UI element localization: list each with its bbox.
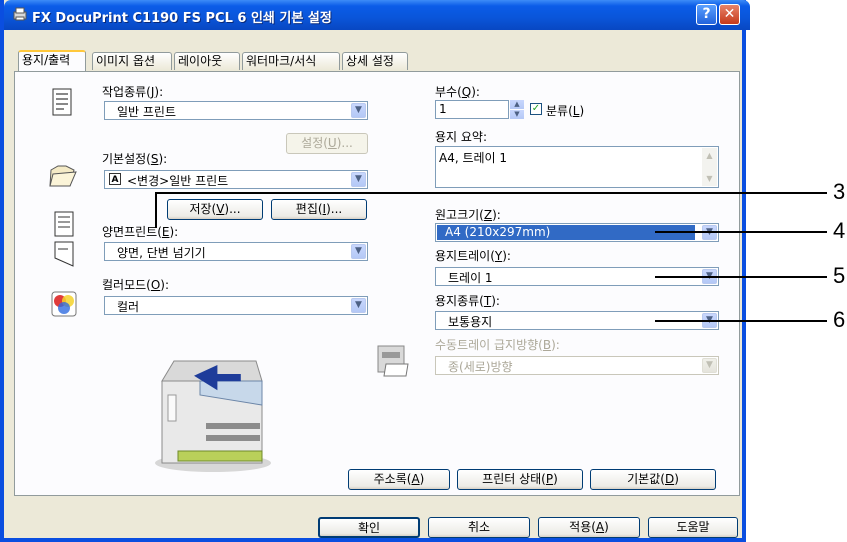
printer-illustration: [155, 360, 271, 472]
apply-button[interactable]: 적용(A): [538, 517, 640, 538]
job-type-label: 작업종류(J):: [102, 85, 164, 99]
paper-tray-label: 용지트레이(Y):: [435, 249, 511, 263]
summary-value: A4, 트레이 1: [439, 151, 508, 165]
tab-paper-output[interactable]: 용지/출력: [18, 50, 86, 71]
color-mode-select[interactable]: 컬러 ▼: [104, 296, 368, 315]
callout-line-4: [655, 231, 827, 233]
printer-icon: [13, 7, 27, 21]
copies-input[interactable]: 1: [435, 100, 509, 119]
duplex-select[interactable]: 양면, 단변 넘기기 ▼: [104, 242, 368, 261]
callout-number-5: 5: [833, 263, 846, 288]
chevron-down-icon: ▼: [702, 358, 717, 373]
color-palette-icon: [51, 291, 77, 317]
settings-button[interactable]: 설정(U)...: [286, 133, 368, 154]
document-icon: [52, 88, 72, 116]
job-type-select[interactable]: 일반 프린트 ▼: [104, 101, 368, 120]
preset-label: 기본설정(S):: [102, 152, 168, 166]
preset-badge-icon: A: [109, 173, 121, 185]
job-type-value: 일반 프린트: [117, 105, 177, 119]
title-bar[interactable]: FX DocuPrint C1190 FS PCL 6 인쇄 기본 설정 ? ✕: [4, 0, 750, 30]
original-size-label: 원고크기(Z):: [435, 208, 501, 222]
paper-type-value: 보통용지: [448, 315, 493, 329]
printer-status-button[interactable]: 프린터 상태(P): [457, 469, 583, 490]
copies-label: 부수(Q):: [435, 85, 480, 99]
color-mode-value: 컬러: [117, 300, 140, 314]
ok-button[interactable]: 확인: [318, 517, 420, 538]
bypass-tray-icon: [377, 345, 409, 377]
duplex-icon: [54, 211, 74, 267]
callout-leader-3: [155, 192, 157, 228]
close-button[interactable]: ✕: [719, 4, 740, 25]
summary-label: 용지 요약:: [435, 130, 488, 144]
color-mode-label: 컬러모드(O):: [102, 278, 170, 292]
spin-up-icon[interactable]: ▲: [510, 100, 524, 109]
window-title: FX DocuPrint C1190 FS PCL 6 인쇄 기본 설정: [32, 11, 332, 26]
copies-value: 1: [439, 102, 447, 116]
preset-select[interactable]: A <변경>일반 프린트 ▼: [104, 170, 368, 189]
defaults-button[interactable]: 기본값(D): [590, 469, 716, 490]
summary-scrollbar[interactable]: ▲ ▼: [702, 148, 717, 186]
bypass-orientation-label: 수동트레이 급지방향(B):: [435, 338, 560, 352]
help-title-button[interactable]: ?: [696, 4, 717, 25]
summary-box: A4, 트레이 1 ▲ ▼: [435, 146, 719, 188]
collate-label: 분류(L): [546, 104, 585, 118]
tab-watermark[interactable]: 워터마크/서식: [242, 52, 340, 70]
paper-type-label: 용지종류(T):: [435, 294, 500, 308]
preset-value: <변경>일반 프린트: [127, 174, 229, 188]
tab-layout[interactable]: 레이아웃: [174, 52, 240, 70]
callout-line-6: [655, 320, 827, 322]
scroll-down-icon[interactable]: ▼: [702, 171, 717, 186]
paper-tray-value: 트레이 1: [448, 271, 493, 285]
callout-number-4: 4: [833, 218, 846, 243]
cancel-button[interactable]: 취소: [428, 517, 530, 538]
chevron-down-icon: ▼: [351, 172, 366, 187]
spin-down-icon[interactable]: ▼: [510, 110, 524, 119]
chevron-down-icon: ▼: [351, 298, 366, 313]
callout-line-3: [155, 192, 827, 194]
tab-image-options[interactable]: 이미지 옵션: [92, 52, 172, 70]
collate-checkbox[interactable]: ✓: [530, 103, 542, 115]
address-book-button[interactable]: 주소록(A): [348, 469, 450, 490]
callout-line-5: [655, 276, 827, 278]
save-button[interactable]: 저장(V)...: [167, 199, 263, 220]
duplex-label: 양면프린트(E):: [102, 225, 179, 239]
scroll-up-icon[interactable]: ▲: [702, 148, 717, 163]
chevron-down-icon: ▼: [351, 103, 366, 118]
chevron-down-icon: ▼: [351, 244, 366, 259]
callout-number-6: 6: [833, 307, 846, 332]
copies-spinner[interactable]: ▲ ▼: [510, 100, 524, 119]
folder-icon: [49, 165, 77, 187]
duplex-value: 양면, 단변 넘기기: [117, 246, 206, 260]
bypass-orientation-select[interactable]: 종(세로)방향 ▼: [435, 356, 719, 375]
edit-button[interactable]: 편집(I)...: [271, 199, 367, 220]
tab-advanced[interactable]: 상세 설정: [342, 52, 408, 70]
callout-number-3: 3: [833, 179, 846, 204]
help-button[interactable]: 도움말: [648, 517, 738, 538]
bypass-orientation-value: 종(세로)방향: [448, 360, 513, 374]
